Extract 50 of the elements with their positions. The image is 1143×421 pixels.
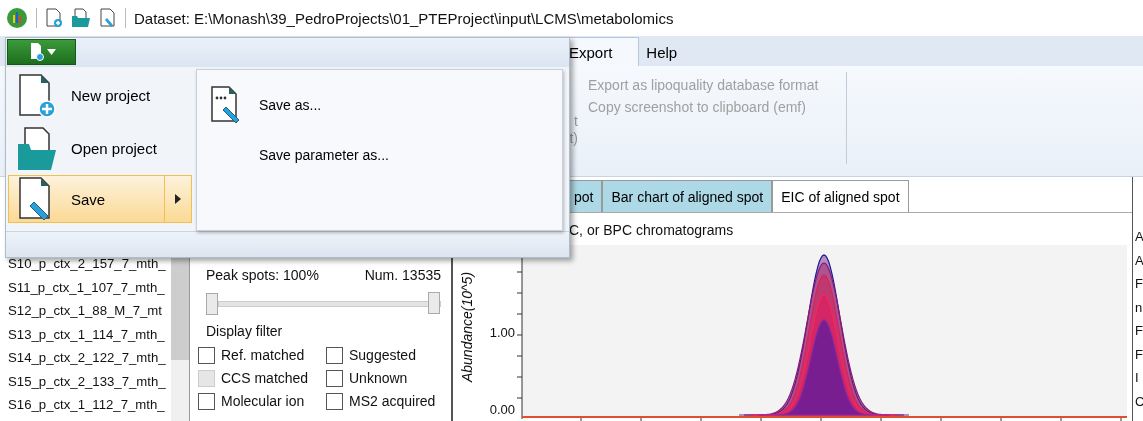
checkbox[interactable] <box>326 369 343 387</box>
y-tick-label: 1.00 <box>489 325 515 340</box>
y-tick-label: 0.00 <box>489 402 515 417</box>
menu-item[interactable]: Open project <box>8 122 192 175</box>
chart-tab[interactable]: EIC of aligned spot <box>772 180 909 212</box>
checkbox-label: Suggested <box>349 347 416 363</box>
file-list-item[interactable]: S16_p_ctx_1_112_7_mth_ <box>8 393 171 417</box>
open-folder-icon[interactable] <box>71 8 91 28</box>
menu-item[interactable]: Save <box>8 175 192 223</box>
open-folder-icon <box>15 125 57 172</box>
submenu-item[interactable]: Save as... <box>197 80 562 130</box>
ribbon-tab[interactable]: Help <box>639 37 705 66</box>
checkbox-label: Unknown <box>349 370 408 386</box>
display-filter-label: Display filter <box>206 323 284 339</box>
range-slider[interactable] <box>206 293 441 315</box>
y-axis-label: Abundance(10^5) <box>459 271 475 383</box>
checkbox-label: MS2 acquired <box>349 393 436 409</box>
checkbox-label: Molecular ion <box>221 393 305 409</box>
submenu-item[interactable]: Save parameter as... <box>197 130 562 180</box>
new-file-icon[interactable] <box>45 8 63 28</box>
checkbox[interactable] <box>326 392 343 410</box>
file-list-item[interactable]: S15_p_ctx_2_133_7_mth_ <box>8 369 171 393</box>
file-list-item[interactable]: S14_p_ctx_2_122_7_mth_ <box>8 346 171 370</box>
window-title: Dataset: E:\Monash\39_PedroProjects\01_PTEProject\input\LCMS\metabolomics <box>134 9 674 27</box>
peak-spots-label: Peak spots: 100% <box>206 267 319 283</box>
chart-title: C, or BPC chromatograms <box>568 221 735 240</box>
property-label: A <box>1135 251 1143 270</box>
chart-tab[interactable]: Bar chart of aligned spot <box>602 180 773 212</box>
checkbox[interactable] <box>326 346 343 364</box>
property-label: A <box>1135 228 1143 246</box>
checkbox[interactable] <box>198 392 215 410</box>
caret-icon <box>175 194 181 204</box>
slider-thumb[interactable] <box>428 292 440 314</box>
caret-icon <box>47 49 56 55</box>
checkbox-label: Ref. matched <box>221 347 305 363</box>
property-label: I <box>1135 369 1140 387</box>
property-label: F <box>1135 275 1143 293</box>
file-list-item[interactable]: S13_p_ctx_1_114_7_mth_ <box>8 322 171 346</box>
checkbox-label: CCS matched <box>221 370 309 386</box>
save-file-icon[interactable] <box>99 8 117 28</box>
property-label: F <box>1135 322 1143 340</box>
peak-count: Num. 13535 <box>364 267 441 283</box>
property-label: n <box>1135 298 1143 317</box>
menu-item[interactable]: New project <box>8 69 192 122</box>
app-logo-icon <box>6 7 28 29</box>
file-list-item[interactable]: S12_p_ctx_1_88_M_7_mt <box>8 299 171 323</box>
checkbox[interactable] <box>198 346 215 364</box>
file-list-item[interactable]: S11_p_ctx_1_107_7_mth_ <box>8 275 171 299</box>
property-label: F <box>1135 345 1143 364</box>
file-menu-button[interactable] <box>7 39 76 65</box>
